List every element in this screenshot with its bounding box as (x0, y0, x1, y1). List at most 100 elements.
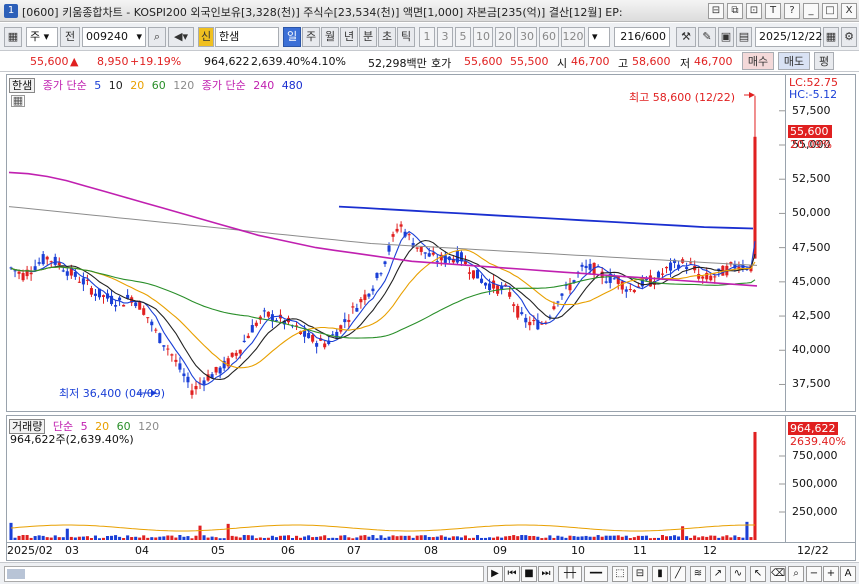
volume-bar (419, 535, 423, 540)
candle-body (628, 289, 632, 291)
volume-bar (689, 537, 693, 540)
tab-month[interactable]: 월 (321, 27, 339, 47)
search-icon[interactable]: ⌕ (148, 27, 166, 47)
volume-bar (387, 536, 391, 540)
interval-120[interactable]: 120 (561, 27, 585, 47)
interval-20[interactable]: 20 (495, 27, 515, 47)
candle-body (427, 253, 431, 257)
volume-bar (274, 537, 278, 540)
volume-bar (37, 535, 41, 540)
pointer-tool-icon[interactable]: ↖ (750, 566, 766, 582)
custom-interval-select[interactable]: ▾ (588, 27, 610, 47)
grid-icon[interactable]: ▦ (4, 27, 22, 47)
candle-body (17, 271, 21, 274)
volume-value: 964,622 (204, 55, 250, 68)
evaluate-button[interactable]: 평 (814, 52, 834, 70)
volume-bar (351, 538, 355, 540)
table-icon[interactable]: ▦ (11, 95, 25, 107)
first-page-icon[interactable]: ⏮ (504, 566, 520, 582)
help-icon[interactable]: ? (784, 3, 800, 19)
arrow-tool-icon[interactable]: ↗ (710, 566, 726, 582)
volume-bar (379, 535, 383, 540)
candle-body (150, 321, 154, 326)
interval-60[interactable]: 60 (539, 27, 559, 47)
bar-count[interactable]: 216/600 (614, 27, 670, 47)
copy-window-icon[interactable]: ⧉ (727, 3, 743, 19)
candle-body (29, 272, 33, 275)
last-page-icon[interactable]: ⏭ (538, 566, 554, 582)
scroll-right-icon[interactable]: ▶ (487, 566, 503, 582)
maximize-icon[interactable]: □ (822, 3, 838, 19)
stop-icon[interactable]: ■ (521, 566, 537, 582)
fib-tool-icon[interactable]: ≋ (690, 566, 706, 582)
crosshair-icon[interactable]: ┼┼ (558, 566, 582, 582)
tab-second[interactable]: 초 (378, 27, 396, 47)
tab-year[interactable]: 년 (340, 27, 358, 47)
volume-bar (459, 537, 463, 540)
volume-chart-pane[interactable]: 거래량 단순 5 20 60 120 964,622주(2,639.40%) (6, 415, 786, 543)
chart-scrollbar[interactable] (4, 566, 484, 582)
volume-bar (29, 537, 33, 540)
stock-name-field[interactable]: 한샘 (215, 27, 279, 47)
tab-tick[interactable]: 틱 (397, 27, 415, 47)
volume-bar (206, 537, 210, 540)
tab-minute[interactable]: 분 (359, 27, 377, 47)
sell-button[interactable]: 매도 (778, 52, 810, 70)
buy-button[interactable]: 매수 (742, 52, 774, 70)
minimize-icon[interactable]: _ (803, 3, 819, 19)
interval-3[interactable]: 3 (437, 27, 453, 47)
candle-icon[interactable]: ▮ (652, 566, 668, 582)
layout-icon[interactable]: ⊟ (708, 3, 724, 19)
price-chart-pane[interactable]: 한샘 종가 단순 5 10 20 60 120 종가 단순 240 480 ▦ … (6, 74, 786, 412)
bar-style-icon[interactable]: ⊟ (632, 566, 648, 582)
pin-icon[interactable]: ⊡ (746, 3, 762, 19)
volume-bar (198, 525, 202, 540)
calendar-icon[interactable]: ▤ (736, 27, 752, 47)
zoom-in-icon[interactable]: + (823, 566, 839, 582)
prev-button[interactable]: 전 (60, 27, 80, 47)
erase-tool-icon[interactable]: ⌫ (770, 566, 786, 582)
line-tool-icon[interactable]: ━━ (584, 566, 608, 582)
search-chart-icon[interactable]: ⌕ (788, 566, 804, 582)
draw-icon[interactable]: ✎ (698, 27, 716, 47)
volume-bar (21, 534, 25, 540)
change-percent: +19.19% (130, 55, 182, 68)
settings-icon[interactable]: ⚙ (841, 27, 857, 47)
candle-body (93, 293, 97, 296)
tab-week[interactable]: 주 (302, 27, 320, 47)
volume-bar (77, 536, 81, 540)
ma-period-240: 240 (253, 79, 275, 92)
interval-5[interactable]: 5 (455, 27, 471, 47)
zoom-icon[interactable]: ⬚ (612, 566, 628, 582)
scroll-thumb[interactable] (7, 569, 25, 579)
indicator-icon[interactable]: ⚒ (676, 27, 696, 47)
volume-bar (307, 535, 311, 540)
date-field[interactable]: 2025/12/22 (755, 27, 822, 47)
save-icon[interactable]: ▣ (718, 27, 734, 47)
zoom-out-icon[interactable]: − (806, 566, 822, 582)
interval-1[interactable]: 1 (419, 27, 435, 47)
interval-30[interactable]: 30 (517, 27, 537, 47)
font-icon[interactable]: T (765, 3, 781, 19)
candle-body (218, 367, 222, 374)
trend-tool-icon[interactable]: ╱ (670, 566, 686, 582)
volume-bar (504, 536, 508, 540)
volume-bar (69, 536, 73, 540)
candle-body (37, 262, 41, 264)
interval-10[interactable]: 10 (473, 27, 493, 47)
date-tick-label: 07 (347, 544, 361, 557)
volume-bar (81, 536, 85, 540)
period-unit-select[interactable]: 주 ▾ (26, 27, 58, 47)
volume-bar (194, 535, 198, 540)
candle-body (49, 261, 53, 263)
text-size-icon[interactable]: A (840, 566, 856, 582)
candle-body (632, 289, 636, 293)
volume-bar (323, 535, 327, 540)
calendar-picker-icon[interactable]: ▦ (823, 27, 839, 47)
close-icon[interactable]: X (841, 3, 857, 19)
speaker-icon[interactable]: ◀▾ (168, 27, 194, 47)
stock-code-input[interactable]: 009240 ▾ (82, 27, 146, 47)
wave-tool-icon[interactable]: ∿ (730, 566, 746, 582)
open-label: 시 (557, 57, 568, 70)
tab-day[interactable]: 일 (283, 27, 301, 47)
